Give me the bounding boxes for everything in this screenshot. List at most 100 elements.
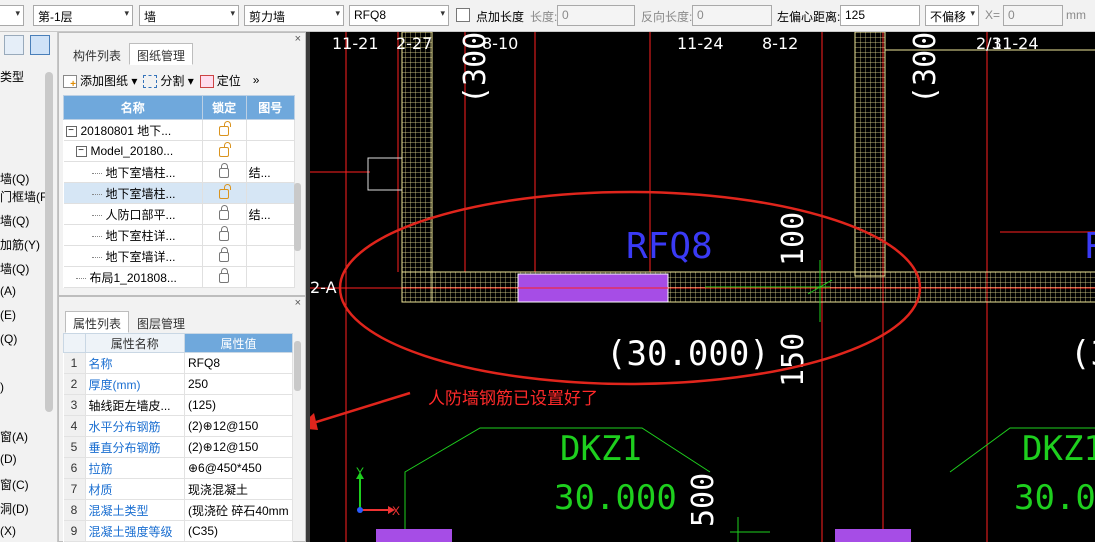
tree-row[interactable]: − Model_20180...	[63, 140, 296, 162]
list-view-icon[interactable]	[4, 35, 24, 55]
split-button[interactable]: 分割 ▾	[143, 72, 194, 89]
property-value[interactable]: (2)⊕12@150	[184, 415, 293, 437]
tree-name-cell[interactable]: −20180801 地下...	[63, 119, 203, 141]
component-type-item[interactable]: 门框墙(F	[0, 188, 47, 205]
property-row[interactable]: 8 混凝土类型 (现浇砼 碎石40mm	[63, 499, 293, 521]
column-block[interactable]	[835, 529, 911, 542]
lock-cell[interactable]	[202, 182, 247, 204]
tab-component-list[interactable]: 构件列表	[65, 43, 129, 65]
component-type-item[interactable]: (A)	[0, 284, 16, 298]
property-scrollbar[interactable]	[294, 341, 301, 391]
mode-select[interactable]: ▾	[0, 5, 24, 26]
lock-cell[interactable]	[202, 224, 247, 246]
property-row[interactable]: 1 名称 RFQ8	[63, 352, 293, 374]
property-row[interactable]: 2 厚度(mm) 250	[63, 373, 293, 395]
reverse-length-input[interactable]: 0	[692, 5, 772, 26]
lock-cell[interactable]	[202, 119, 247, 141]
property-value[interactable]: 现浇混凝土	[184, 478, 293, 500]
length-input[interactable]: 0	[557, 5, 635, 26]
tree-row[interactable]: 地下室柱详...	[63, 224, 296, 246]
component-type-item[interactable]: (E)	[0, 308, 16, 322]
add-drawing-button[interactable]: + 添加图纸 ▾	[63, 72, 137, 89]
col-lock[interactable]: 锁定	[201, 95, 247, 120]
tree-name-cell[interactable]: 地下室墙详...	[63, 245, 203, 267]
tab-layer-management[interactable]: 图层管理	[129, 311, 193, 333]
lock-cell[interactable]	[202, 203, 247, 225]
tab-property-list[interactable]: 属性列表	[65, 311, 130, 333]
property-row[interactable]: 5 垂直分布钢筋 (2)⊕12@150	[63, 436, 293, 458]
strip-scrollbar[interactable]	[45, 72, 53, 412]
property-value[interactable]: (现浇砼 碎石40mm	[184, 499, 293, 521]
tree-row[interactable]: 地下室墙详...	[63, 245, 296, 267]
expand-icon[interactable]: −	[75, 146, 87, 158]
property-row[interactable]: 9 混凝土强度等级 (C35)	[63, 520, 293, 542]
lock-cell[interactable]	[202, 140, 247, 162]
tree-name-cell[interactable]: − Model_20180...	[63, 140, 203, 162]
tree-name-cell[interactable]: 布局1_201808...	[63, 266, 203, 288]
property-value[interactable]: RFQ8	[184, 352, 293, 374]
lock-icon[interactable]	[219, 205, 230, 220]
lock-cell[interactable]	[202, 245, 247, 267]
x-input[interactable]: 0	[1003, 5, 1063, 26]
lock-icon[interactable]	[219, 247, 230, 262]
tree-name-cell[interactable]: 人防口部平...	[63, 203, 203, 225]
lock-icon[interactable]	[219, 226, 230, 241]
tree-row[interactable]: −20180801 地下...	[63, 119, 296, 141]
close-icon[interactable]: ×	[295, 297, 301, 309]
property-value[interactable]: (2)⊕12@150	[184, 436, 293, 458]
unlock-icon[interactable]	[219, 142, 232, 157]
expand-icon[interactable]: −	[65, 125, 77, 137]
unlock-icon[interactable]	[219, 184, 232, 199]
offset-input[interactable]: 125	[840, 5, 920, 26]
tree-row[interactable]: 人防口部平... 结...	[63, 203, 296, 225]
add-length-checkbox[interactable]	[456, 8, 470, 22]
elevation-right: (3	[1070, 334, 1095, 374]
component-type-item[interactable]: )	[0, 380, 4, 394]
component-type-item[interactable]: (X)	[0, 524, 16, 538]
locate-button[interactable]: 定位	[199, 72, 241, 89]
close-icon[interactable]: ×	[295, 33, 301, 45]
component-type-item[interactable]: (Q)	[0, 332, 17, 346]
property-value[interactable]: (C35)	[184, 520, 293, 542]
component-type-item[interactable]: 洞(D)	[0, 500, 29, 517]
tree-row[interactable]: 地下室墙柱... 结...	[63, 161, 296, 183]
property-row[interactable]: 4 水平分布钢筋 (2)⊕12@150	[63, 415, 293, 437]
tree-name-cell[interactable]: 地下室柱详...	[63, 224, 203, 246]
property-row[interactable]: 6 拉筋 ⊕6@450*450	[63, 457, 293, 479]
tab-drawing-management[interactable]: 图纸管理	[129, 43, 194, 65]
component-type-item[interactable]: 墙(Q)	[0, 212, 29, 229]
col-number[interactable]: 图号	[245, 95, 296, 120]
property-value[interactable]: 250	[184, 373, 293, 395]
component-select[interactable]: RFQ8 ▾	[349, 5, 449, 26]
col-name[interactable]: 名称	[63, 95, 203, 120]
detail-view-icon[interactable]	[30, 35, 50, 55]
property-row[interactable]: 7 材质 现浇混凝土	[63, 478, 293, 500]
tree-row[interactable]: 布局1_201808...	[63, 266, 296, 288]
lock-icon[interactable]	[219, 268, 230, 283]
property-value[interactable]: (125)	[184, 394, 293, 416]
component-type-item[interactable]: 类型	[0, 68, 24, 85]
drawing-tree-scrollbar[interactable]	[294, 183, 301, 251]
lock-cell[interactable]	[202, 266, 247, 288]
tree-row[interactable]: 地下室墙柱...	[63, 182, 296, 204]
component-type-item[interactable]: 加筋(Y)	[0, 236, 40, 253]
property-value[interactable]: ⊕6@450*450	[184, 457, 293, 479]
category-select[interactable]: 墙 ▾	[139, 5, 239, 26]
component-type-item[interactable]: 墙(Q)	[0, 170, 29, 187]
component-type-item[interactable]: (D)	[0, 452, 17, 466]
lock-cell[interactable]	[202, 161, 247, 183]
subtype-select[interactable]: 剪力墙 ▾	[244, 5, 344, 26]
component-type-item[interactable]: 墙(Q)	[0, 260, 29, 277]
tree-name-cell[interactable]: 地下室墙柱...	[63, 182, 203, 204]
unlock-icon[interactable]	[219, 121, 232, 136]
floor-select[interactable]: 第-1层 ▾	[33, 5, 133, 26]
lock-icon[interactable]	[219, 163, 230, 178]
drawing-canvas[interactable]: RFQ8 R (30.000) (3 100 150 500 (300) (30…	[310, 32, 1095, 542]
property-row[interactable]: 3 轴线距左墙皮... (125)	[63, 394, 293, 416]
more-tools-icon[interactable]: »	[253, 73, 260, 87]
tree-name-cell[interactable]: 地下室墙柱...	[63, 161, 203, 183]
component-type-item[interactable]: 窗(C)	[0, 476, 29, 493]
column-block[interactable]	[376, 529, 452, 542]
component-type-item[interactable]: 窗(A)	[0, 428, 28, 445]
offset-mode-select[interactable]: 不偏移 ▾	[925, 5, 979, 26]
